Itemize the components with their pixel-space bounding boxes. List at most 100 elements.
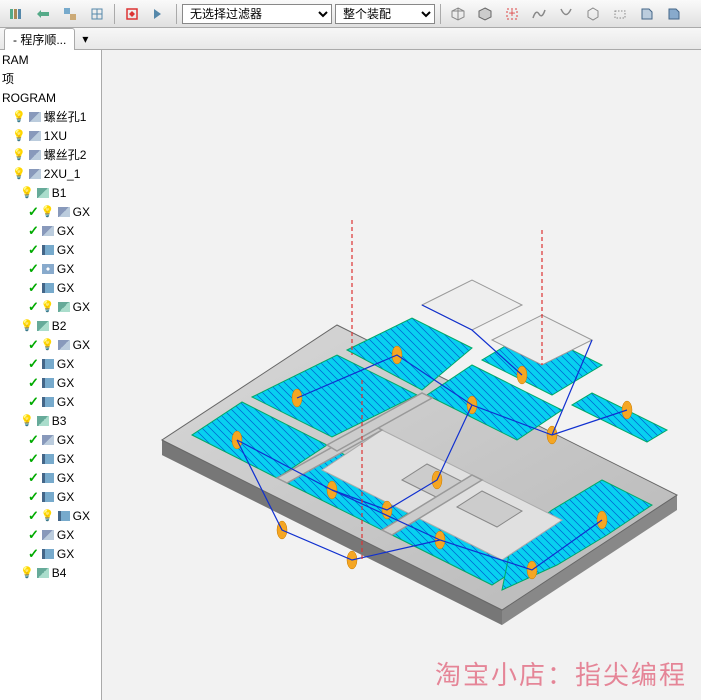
tree-item-label: GX	[57, 357, 74, 371]
tool-btn-rect[interactable]	[608, 3, 632, 25]
tree-item[interactable]: 💡B3	[0, 411, 101, 430]
tree-item[interactable]: 项	[0, 69, 101, 88]
bulb-icon: 💡	[20, 414, 34, 427]
tree-item[interactable]: ✓GX	[0, 259, 101, 278]
operation-icon	[41, 548, 55, 560]
tree-item[interactable]: ✓GX	[0, 373, 101, 392]
check-icon: ✓	[28, 356, 39, 372]
tree-item[interactable]: 💡 螺丝孔2	[0, 145, 101, 164]
cad-model	[102, 50, 701, 700]
tree-item[interactable]: ✓GX	[0, 221, 101, 240]
tree-item[interactable]: 💡1XU	[0, 126, 101, 145]
separator	[440, 4, 441, 24]
check-icon: ✓	[28, 204, 39, 220]
operation-tree[interactable]: RAM项ROGRAM💡螺丝孔1💡1XU💡螺丝孔2💡2XU_1💡B1✓💡GX✓GX…	[0, 50, 102, 700]
tree-item-label: 项	[2, 70, 14, 87]
check-icon: ✓	[28, 299, 39, 315]
operation-icon	[36, 567, 50, 579]
tool-btn-curve2[interactable]	[554, 3, 578, 25]
tree-item-label: GX	[57, 528, 74, 542]
operation-icon	[28, 130, 42, 142]
operation-icon	[41, 263, 55, 275]
watermark-text: 淘宝小店：指尖编程	[435, 655, 687, 692]
operation-icon	[41, 244, 55, 256]
tree-item[interactable]: RAM	[0, 50, 101, 69]
tool-btn-obj1[interactable]	[635, 3, 659, 25]
operation-icon	[41, 491, 55, 503]
tree-item[interactable]: ✓GX	[0, 449, 101, 468]
tree-item-label: B2	[52, 319, 67, 333]
tree-item[interactable]: 💡B1	[0, 183, 101, 202]
program-tab[interactable]: - 程序顺...	[4, 28, 75, 50]
check-icon: ✓	[28, 223, 39, 239]
operation-icon	[41, 225, 55, 237]
bulb-icon: 💡	[12, 129, 26, 142]
tree-item-label: GX	[57, 376, 74, 390]
operation-icon	[41, 434, 55, 446]
tree-item-label: 螺丝孔1	[44, 108, 87, 125]
check-icon: ✓	[28, 508, 39, 524]
tree-item-label: GX	[57, 433, 74, 447]
tool-btn-cube1[interactable]	[446, 3, 470, 25]
operation-icon	[41, 377, 55, 389]
operation-icon	[41, 472, 55, 484]
tree-item[interactable]: ✓💡GX	[0, 297, 101, 316]
bulb-icon: 💡	[41, 509, 55, 522]
tool-btn-4[interactable]	[85, 3, 109, 25]
operation-icon	[57, 510, 71, 522]
tool-btn-curve[interactable]	[527, 3, 551, 25]
tree-item[interactable]: ✓GX	[0, 544, 101, 563]
tree-item[interactable]: ✓💡 GX	[0, 506, 101, 525]
tree-item-label: GX	[73, 300, 90, 314]
tree-item-label: B1	[52, 186, 67, 200]
tool-btn-red[interactable]	[120, 3, 144, 25]
tree-item[interactable]: 💡B2	[0, 316, 101, 335]
tree-item[interactable]: ROGRAM	[0, 88, 101, 107]
tree-item-label: GX	[57, 490, 74, 504]
tool-btn-arrow[interactable]	[147, 3, 171, 25]
check-icon: ✓	[28, 432, 39, 448]
tree-item[interactable]: ✓ GX	[0, 354, 101, 373]
tool-btn-2[interactable]	[31, 3, 55, 25]
tool-btn-hex[interactable]	[581, 3, 605, 25]
tree-item[interactable]: 💡 B4	[0, 563, 101, 582]
bulb-icon: 💡	[41, 205, 55, 218]
tree-item-label: GX	[57, 471, 74, 485]
tree-item[interactable]: ✓GX	[0, 240, 101, 259]
tree-item-label: B4	[52, 566, 67, 580]
tree-item-label: 螺丝孔2	[44, 146, 87, 163]
tree-item-label: 2XU_1	[44, 167, 81, 181]
check-icon: ✓	[28, 261, 39, 277]
tree-item[interactable]: ✓GX	[0, 487, 101, 506]
bulb-icon: 💡	[20, 566, 34, 579]
tool-btn-1[interactable]	[4, 3, 28, 25]
tree-item-label: GX	[73, 509, 90, 523]
filter-select[interactable]: 无选择过滤器	[182, 4, 332, 24]
tree-item[interactable]: ✓ GX	[0, 468, 101, 487]
3d-viewport[interactable]: 淘宝小店：指尖编程	[102, 50, 701, 700]
tree-item[interactable]: ✓GX	[0, 392, 101, 411]
assembly-select[interactable]: 整个装配	[335, 4, 435, 24]
tool-btn-obj2[interactable]	[662, 3, 686, 25]
check-icon: ✓	[28, 337, 39, 353]
tree-item[interactable]: ✓ GX	[0, 430, 101, 449]
tree-item[interactable]: ✓GX	[0, 525, 101, 544]
tool-btn-3[interactable]	[58, 3, 82, 25]
tree-item[interactable]: 💡螺丝孔1	[0, 107, 101, 126]
operation-icon	[41, 396, 55, 408]
tree-item[interactable]: ✓💡GX	[0, 202, 101, 221]
check-icon: ✓	[28, 280, 39, 296]
tree-item[interactable]: ✓GX	[0, 278, 101, 297]
tab-dropdown-icon[interactable]: ▾	[77, 31, 93, 47]
tool-btn-cube2[interactable]	[473, 3, 497, 25]
tree-item[interactable]: ✓💡GX	[0, 335, 101, 354]
bulb-icon: 💡	[12, 148, 26, 161]
tree-item-label: RAM	[2, 53, 29, 67]
operation-icon	[36, 320, 50, 332]
check-icon: ✓	[28, 470, 39, 486]
operation-icon	[41, 282, 55, 294]
main-area: RAM项ROGRAM💡螺丝孔1💡1XU💡螺丝孔2💡2XU_1💡B1✓💡GX✓GX…	[0, 50, 701, 700]
tree-item[interactable]: 💡2XU_1	[0, 164, 101, 183]
tool-btn-select[interactable]: +	[500, 3, 524, 25]
operation-icon	[28, 168, 42, 180]
